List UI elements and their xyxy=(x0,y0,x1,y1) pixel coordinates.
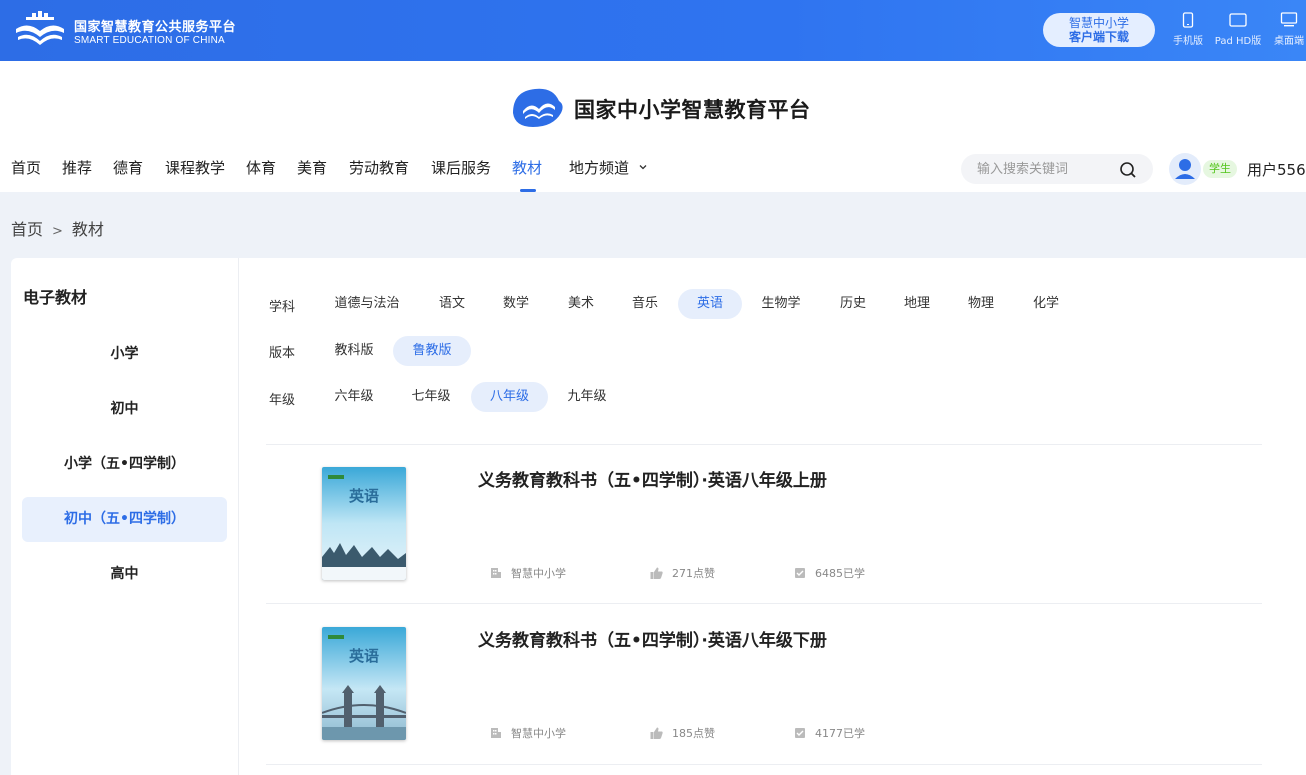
book-list-item[interactable]: 英语 义务教育教科书（五•四学制）·英语八年级下册 智慧中小学 185点赞 41… xyxy=(266,604,1262,764)
book-source: 智慧中小学 xyxy=(490,725,566,741)
nav-item-after-school[interactable]: 课后服务 xyxy=(431,157,491,178)
list-divider xyxy=(266,764,1262,765)
grade-chip-8[interactable]: 八年级 xyxy=(471,382,548,412)
desktop-icon xyxy=(1280,12,1298,27)
desktop-version-link[interactable]: 桌面端 xyxy=(1259,12,1306,47)
chevron-down-icon xyxy=(639,165,647,170)
nav-item-local-channel[interactable]: 地方频道 xyxy=(569,157,648,178)
breadcrumb-separator: > xyxy=(52,224,63,239)
nav-item-recommend[interactable]: 推荐 xyxy=(62,157,92,178)
breadcrumb-home[interactable]: 首页 xyxy=(11,220,43,239)
brand-logo-icon[interactable] xyxy=(509,83,565,131)
sidebar-item-junior-54[interactable]: 初中（五•四学制） xyxy=(22,497,227,542)
platform-title: 国家智慧教育公共服务平台 xyxy=(74,20,237,35)
book-likes-count: 185点赞 xyxy=(672,727,715,740)
client-download-button[interactable]: 智慧中小学 客户端下载 xyxy=(1043,13,1155,47)
book-cover-title: 英语 xyxy=(348,487,379,505)
sidebar-title: 电子教材 xyxy=(23,288,88,307)
brand-name: 国家中小学智慧教育平台 xyxy=(574,97,811,122)
book-read-icon xyxy=(795,568,805,578)
subject-chip-biology[interactable]: 生物学 xyxy=(751,289,811,319)
book-likes-count: 271点赞 xyxy=(672,567,715,580)
book-cover[interactable]: 英语 xyxy=(322,627,406,740)
user-icon xyxy=(1175,159,1195,179)
nav-item-arts[interactable]: 美育 xyxy=(297,157,327,178)
desktop-version-label: 桌面端 xyxy=(1274,36,1304,47)
building-icon xyxy=(491,728,501,738)
sidebar-item-primary-54[interactable]: 小学（五•四学制） xyxy=(22,442,227,487)
sidebar-item-primary[interactable]: 小学 xyxy=(22,332,227,377)
book-source-label: 智慧中小学 xyxy=(511,727,566,740)
subject-chip-math[interactable]: 数学 xyxy=(491,289,541,319)
book-cover-image xyxy=(322,627,406,740)
username[interactable]: 用户5562 xyxy=(1247,159,1306,180)
book-learners-count: 6485已学 xyxy=(815,567,865,580)
nav-item-labor[interactable]: 劳动教育 xyxy=(349,157,409,178)
subject-chip-art[interactable]: 美术 xyxy=(556,289,606,319)
edition-chip-jiaoke[interactable]: 教科版 xyxy=(327,336,381,366)
subject-chip-geography[interactable]: 地理 xyxy=(892,289,942,319)
platform-subtitle: SMART EDUCATION OF CHINA xyxy=(74,35,225,46)
grade-filter-label: 年级 xyxy=(269,393,296,408)
stage-sidebar: 电子教材 小学 初中 小学（五•四学制） 初中（五•四学制） 高中 xyxy=(11,258,239,775)
nav-item-local-channel-label: 地方频道 xyxy=(569,159,630,177)
book-cover[interactable]: 英语 xyxy=(322,467,406,580)
grade-chip-7[interactable]: 七年级 xyxy=(404,382,458,412)
book-likes: 271点赞 xyxy=(650,565,715,581)
book-cover-title: 英语 xyxy=(348,647,379,665)
tablet-icon xyxy=(1229,13,1247,27)
nav-item-moral[interactable]: 德育 xyxy=(113,157,143,178)
subject-chip-chemistry[interactable]: 化学 xyxy=(1021,289,1071,319)
sidebar-item-senior[interactable]: 高中 xyxy=(22,552,227,597)
pad-version-label: Pad HD版 xyxy=(1214,36,1262,47)
edition-chip-lujiao[interactable]: 鲁教版 xyxy=(393,336,471,366)
nav-active-indicator xyxy=(520,189,536,192)
edition-filter-label: 版本 xyxy=(269,346,296,361)
breadcrumb-current: 教材 xyxy=(71,220,104,239)
book-list-item[interactable]: 英语 义务教育教科书（五•四学制）·英语八年级上册 智慧中小学 271点赞 64… xyxy=(266,444,1262,604)
platform-logo-icon[interactable] xyxy=(12,11,68,49)
grade-chip-9[interactable]: 九年级 xyxy=(560,382,614,412)
nav-item-textbooks[interactable]: 教材 xyxy=(512,157,542,178)
sidebar-item-junior[interactable]: 初中 xyxy=(22,387,227,432)
client-download-line2: 客户端下载 xyxy=(1068,30,1129,44)
breadcrumb: 首页 > 教材 xyxy=(11,216,104,240)
search-input[interactable] xyxy=(977,160,1117,178)
book-cover-image xyxy=(322,467,406,580)
book-learners-count: 4177已学 xyxy=(815,727,865,740)
nav-item-sports[interactable]: 体育 xyxy=(246,157,276,178)
book-title[interactable]: 义务教育教科书（五•四学制）·英语八年级上册 xyxy=(478,466,827,491)
book-read-icon xyxy=(795,728,805,738)
site-header: 国家中小学智慧教育平台 首页 推荐 德育 课程教学 体育 美育 劳动教育 课后服… xyxy=(0,61,1306,192)
grade-chip-6[interactable]: 六年级 xyxy=(327,382,381,412)
book-source-label: 智慧中小学 xyxy=(511,567,566,580)
subject-chip-morality[interactable]: 道德与法治 xyxy=(322,289,412,319)
thumbs-up-icon xyxy=(650,567,663,579)
phone-version-label: 手机版 xyxy=(1173,36,1203,47)
subject-chip-history[interactable]: 历史 xyxy=(828,289,878,319)
subject-chip-chinese[interactable]: 语文 xyxy=(427,289,477,319)
book-learners: 6485已学 xyxy=(794,565,865,581)
client-download-line1: 智慧中小学 xyxy=(1068,16,1129,30)
phone-icon xyxy=(1182,12,1194,28)
building-icon xyxy=(491,568,501,578)
avatar[interactable] xyxy=(1169,153,1201,185)
nav-item-home[interactable]: 首页 xyxy=(11,157,41,178)
book-source: 智慧中小学 xyxy=(490,565,566,581)
book-title[interactable]: 义务教育教科书（五•四学制）·英语八年级下册 xyxy=(478,626,827,651)
top-bar: 国家智慧教育公共服务平台 SMART EDUCATION OF CHINA 智慧… xyxy=(0,0,1306,61)
subject-filter-label: 学科 xyxy=(269,300,296,315)
book-likes: 185点赞 xyxy=(650,725,715,741)
nav-item-courses[interactable]: 课程教学 xyxy=(165,157,225,178)
subject-chip-physics[interactable]: 物理 xyxy=(956,289,1006,319)
subject-chip-english[interactable]: 英语 xyxy=(678,289,742,319)
subject-chip-music[interactable]: 音乐 xyxy=(620,289,670,319)
search-box xyxy=(961,154,1153,184)
book-learners: 4177已学 xyxy=(794,725,865,741)
thumbs-up-icon xyxy=(650,727,663,739)
role-badge: 学生 xyxy=(1203,160,1237,178)
search-icon[interactable] xyxy=(1119,161,1137,179)
